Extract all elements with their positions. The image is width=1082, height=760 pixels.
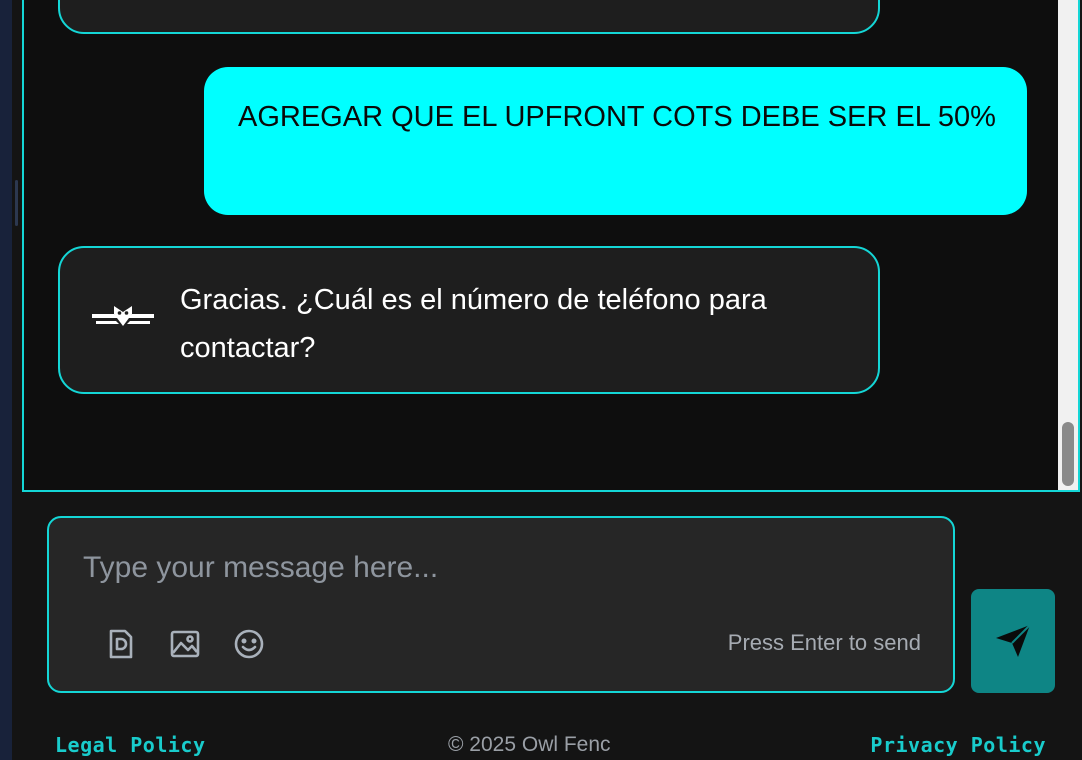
chat-scrollbar[interactable] [1058, 0, 1078, 490]
attach-document-icon[interactable] [105, 628, 137, 660]
user-message-bubble: AGREGAR QUE EL UPFRONT COTS DEBE SER EL … [204, 67, 1027, 215]
chat-scrollbar-thumb[interactable] [1062, 422, 1074, 486]
privacy-policy-link[interactable]: Privacy Policy [870, 733, 1046, 757]
emoji-picker-icon[interactable] [233, 628, 265, 660]
sidebar-resize-handle[interactable] [15, 180, 18, 226]
previous-assistant-message [58, 0, 880, 34]
app-sidebar-edge [0, 0, 12, 760]
send-button[interactable] [971, 589, 1055, 693]
send-hint: Press Enter to send [727, 630, 921, 655]
owl-logo-icon [92, 306, 154, 326]
copyright-text: © 2025 Owl Fenc [448, 733, 611, 756]
chat-messages-panel: AGREGAR QUE EL UPFRONT COTS DEBE SER EL … [22, 0, 1080, 492]
send-arrow-icon [996, 624, 1031, 657]
sidebar-gutter [12, 0, 22, 760]
legal-policy-link[interactable]: Legal Policy [55, 733, 206, 757]
assistant-message-bubble: Gracias. ¿Cuál es el número de teléfono … [58, 246, 880, 394]
attach-image-icon[interactable] [169, 628, 201, 660]
assistant-message-text: Gracias. ¿Cuál es el número de teléfono … [180, 284, 767, 364]
user-message-text: AGREGAR QUE EL UPFRONT COTS DEBE SER EL … [238, 101, 996, 133]
message-composer: Press Enter to send [47, 516, 955, 693]
message-input[interactable] [81, 544, 905, 592]
